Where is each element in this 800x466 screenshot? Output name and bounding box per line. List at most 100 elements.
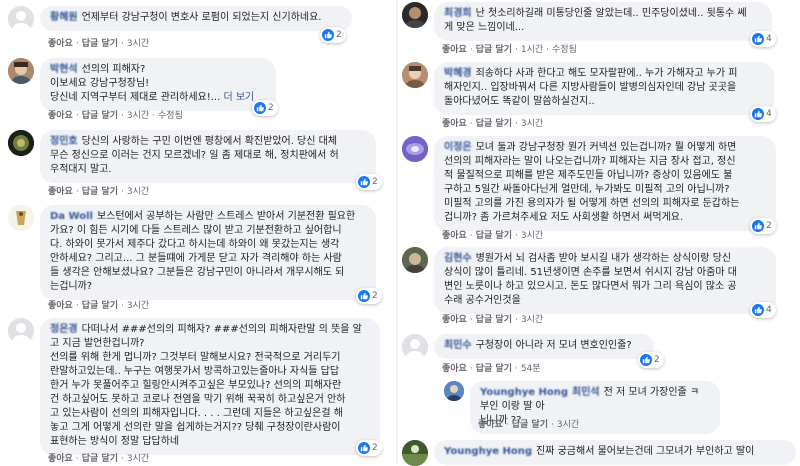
see-more-link[interactable]: 더 보기: [223, 92, 254, 103]
comment-author-secondary[interactable]: 최민석: [572, 387, 600, 398]
comment-time[interactable]: 1시간: [521, 45, 543, 55]
comment-text: 들 생각은 안해보셨나요? 그분들은 강남구민이 아니라서 개무시해도 되: [50, 267, 345, 278]
reaction-count[interactable]: 2: [356, 174, 382, 190]
like-button[interactable]: 좋아요: [48, 39, 73, 49]
comment-time[interactable]: 3시간: [557, 420, 579, 430]
comment-text: 우적대지 말고.: [50, 164, 112, 175]
avatar[interactable]: [402, 2, 428, 28]
like-reaction-icon: [358, 290, 370, 302]
reaction-count[interactable]: 2: [750, 218, 776, 234]
like-reaction-icon: [254, 102, 266, 114]
reaction-count[interactable]: 2: [638, 352, 664, 368]
avatar[interactable]: [444, 381, 464, 401]
reaction-number: 2: [336, 30, 342, 40]
avatar[interactable]: [402, 334, 428, 360]
like-button[interactable]: 좋아요: [48, 187, 73, 197]
like-button[interactable]: 좋아요: [48, 301, 73, 311]
avatar[interactable]: [8, 130, 34, 156]
comment-bubble: 정민호 당신의 사랑하는 구민 이번엔 평창에서 확진받았어. 당신 대체 무슨 …: [40, 130, 376, 183]
reaction-count[interactable]: 2: [356, 440, 382, 456]
reaction-number: 2: [372, 443, 378, 453]
comment-time[interactable]: 3시간: [521, 231, 543, 241]
avatar[interactable]: [402, 247, 428, 273]
reply-button[interactable]: 답글 달기: [476, 231, 512, 241]
avatar[interactable]: [8, 6, 34, 32]
comment-bubble: 김현수 병원가서 뇌 검사좀 받아 보시길 내가 생각하는 상식이랑 당신 상식이…: [434, 247, 776, 314]
comment-author[interactable]: 김현수: [444, 253, 472, 264]
reply-button[interactable]: 답글 달기: [512, 420, 548, 430]
avatar[interactable]: [8, 205, 34, 231]
reaction-count[interactable]: 2: [252, 100, 278, 116]
like-button[interactable]: 좋아요: [442, 315, 467, 325]
comment-time[interactable]: 3시간: [127, 111, 149, 121]
comment-bubble: 이정은 모녀 둘과 강남구청장 뭔가 커넥션 있는겁니까? 뭘 어떻게 하면 선의…: [434, 136, 776, 231]
comment-time[interactable]: 3시간: [521, 315, 543, 325]
comment-actions: 좋아요 · 답글 달기 · 54분: [442, 364, 541, 374]
reply-button[interactable]: 답글 달기: [82, 301, 118, 311]
like-button[interactable]: 좋아요: [442, 45, 467, 55]
comment-actions: 좋아요 · 답글 달기 · 3시간: [48, 301, 150, 311]
comment-text: 진짜 궁금해서 물어보는건데 그모녀가 부인하고 딸이: [536, 446, 755, 457]
comment-author[interactable]: 정민호: [50, 136, 78, 147]
comment-time[interactable]: 3시간: [521, 119, 543, 129]
comment-actions: 좋아요 · 답글 달기 · 3시간: [48, 39, 150, 49]
profile-photo-icon: [402, 62, 428, 88]
comment-bubble: 최민수 구청장이 아니라 저 모녀 변호인인줄?: [434, 334, 654, 359]
comment-time[interactable]: 3시간: [127, 301, 149, 311]
comment-text: 다. 하와이 못가서 제주다 갔다고 하시는데 하와이 왜 못갔는지는 생각: [50, 239, 340, 250]
reaction-number: 2: [372, 177, 378, 187]
reaction-count[interactable]: 2: [320, 27, 346, 43]
comment-author[interactable]: 정은경: [50, 324, 78, 335]
like-reaction-icon: [640, 354, 652, 366]
avatar[interactable]: [402, 136, 428, 162]
comment-text: 당신네 지역구부터 제대로 관리하세요!... 더 보기: [50, 92, 255, 103]
reply-button[interactable]: 답글 달기: [82, 187, 118, 197]
reply-button[interactable]: 답글 달기: [476, 364, 512, 374]
avatar[interactable]: [402, 440, 428, 466]
comment-author[interactable]: 이정은: [444, 142, 472, 153]
like-button[interactable]: 좋아요: [442, 231, 467, 241]
like-button[interactable]: 좋아요: [478, 420, 503, 430]
like-button[interactable]: 좋아요: [442, 119, 467, 129]
like-button[interactable]: 좋아요: [442, 364, 467, 374]
reply-button[interactable]: 답글 달기: [82, 111, 118, 121]
comment-author[interactable]: 최민수: [444, 340, 472, 351]
reaction-count[interactable]: 4: [750, 106, 776, 122]
reaction-number: 2: [372, 291, 378, 301]
like-button[interactable]: 좋아요: [48, 454, 73, 464]
comment-bubble: 최경희 난 첫소리하길래 미통당인줄 알았는데.. 민주당이셨네.. 뒷통수 쎄 …: [434, 2, 772, 41]
comment-text: 가요? 이 힘든 시기에 다들 스트레스 많이 받고 기분전환하고 싶어합니: [50, 225, 342, 236]
comment-text: 수래 공수거인것을: [444, 295, 521, 306]
reaction-count[interactable]: 2: [356, 288, 382, 304]
comment-time[interactable]: 3시간: [127, 187, 149, 197]
reply-button[interactable]: 답글 달기: [82, 454, 118, 464]
comment-author[interactable]: 최경희: [444, 8, 472, 19]
reply-button[interactable]: 답글 달기: [476, 119, 512, 129]
avatar[interactable]: [8, 58, 34, 84]
column-divider: [396, 0, 398, 465]
comment-author[interactable]: Da Woll: [50, 211, 93, 222]
reply-button[interactable]: 답글 달기: [476, 45, 512, 55]
comment-author[interactable]: Younghye Hong: [444, 446, 532, 457]
profile-photo-icon: [402, 440, 428, 466]
comment-time[interactable]: 54분: [521, 364, 541, 374]
comment-bubble: Younghye Hong 진짜 궁금해서 물어보는건데 그모녀가 부인하고 딸이: [434, 440, 796, 465]
reply-button[interactable]: 답글 달기: [476, 315, 512, 325]
comment-author[interactable]: 황혜원: [50, 12, 78, 23]
comment-text: 돌아다녔어도 똑같이 말씀하실건지..: [444, 96, 595, 107]
like-button[interactable]: 좋아요: [48, 111, 73, 121]
comment-author[interactable]: 박혜경: [444, 68, 472, 79]
edited-label: 수정됨: [552, 45, 577, 55]
comment-text: 겁니까? 좀 가르쳐주세요 저도 사회생활 하면서 써먹게요.: [444, 212, 684, 223]
comment-time[interactable]: 3시간: [127, 39, 149, 49]
avatar[interactable]: [402, 62, 428, 88]
reply-button[interactable]: 답글 달기: [82, 39, 118, 49]
reaction-count[interactable]: 4: [750, 302, 776, 318]
comment-author[interactable]: Younghye Hong: [480, 387, 568, 398]
reaction-count[interactable]: 4: [750, 31, 776, 47]
avatar[interactable]: [8, 318, 34, 344]
comment-text: 게 맞은 느낌이네...: [444, 22, 525, 33]
comment-text: 이보세요 강남구청장님!: [50, 78, 150, 89]
comment-time[interactable]: 3시간: [127, 454, 149, 464]
comment-author[interactable]: 박현석: [50, 64, 78, 75]
